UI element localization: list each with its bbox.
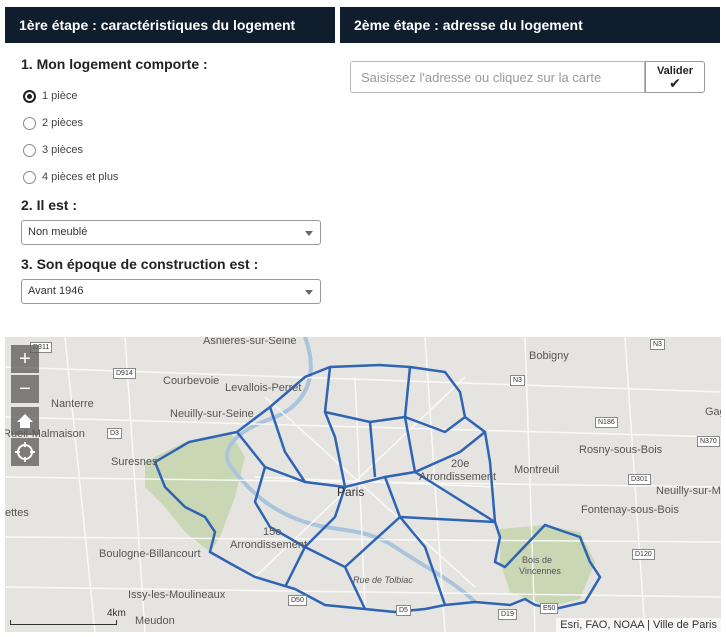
road-shield: N186 xyxy=(595,417,618,428)
map-label: Rue de Tolbiac xyxy=(353,575,413,585)
map-label: Montreuil xyxy=(514,464,560,476)
road-shield: D120 xyxy=(632,549,655,560)
q2-title: 2. Il est : xyxy=(21,197,78,213)
map-label: Rosny-sous-Bois xyxy=(579,444,663,456)
map-label: Paris xyxy=(337,485,365,499)
checkmark-icon: ✔ xyxy=(669,75,681,91)
crosshair-icon xyxy=(15,442,35,462)
road-shield: D5 xyxy=(396,605,411,616)
map-label: Fontenay-sous-Bois xyxy=(581,504,679,516)
road-shield: N3 xyxy=(510,375,525,386)
road-shield: E50 xyxy=(540,603,559,614)
road-shield: D19 xyxy=(498,609,517,620)
radio-label: 2 pièces xyxy=(42,117,83,129)
map-label: Vincennes xyxy=(519,566,561,576)
scale-label: 4km xyxy=(107,608,126,619)
radio-option-4[interactable]: 4 pièces et plus xyxy=(23,168,118,186)
chevron-down-icon xyxy=(305,231,313,236)
q1-title: 1. Mon logement comporte : xyxy=(21,56,208,72)
map-label: Meudon xyxy=(135,615,175,627)
radio-button[interactable] xyxy=(23,170,36,184)
map-attribution: Esri, FAO, NOAA | Ville de Paris xyxy=(556,618,721,632)
radio-button[interactable] xyxy=(23,116,36,130)
map-label: Bobigny xyxy=(529,350,569,362)
furnished-select-value: Non meublé xyxy=(28,226,88,238)
home-button[interactable] xyxy=(11,407,39,435)
road-shield: D914 xyxy=(113,368,136,379)
map-label: Levallois-Perret xyxy=(225,382,302,394)
map-label: Boulogne-Billancourt xyxy=(99,548,201,560)
map-label: Gag xyxy=(705,406,721,418)
radio-option-3[interactable]: 3 pièces xyxy=(23,141,83,159)
radio-button[interactable] xyxy=(23,89,36,103)
map-label: Bois de xyxy=(522,555,553,565)
road-shield: D3 xyxy=(107,428,122,439)
road-shield: N3 xyxy=(650,339,665,350)
road-shield: N370 xyxy=(697,436,720,447)
map-label: 15e xyxy=(263,526,282,538)
furnished-select[interactable]: Non meublé xyxy=(21,220,321,245)
construction-era-select[interactable]: Avant 1946 xyxy=(21,279,321,304)
step2-header: 2ème étape : adresse du logement xyxy=(340,7,720,43)
map-label: Arrondissement xyxy=(230,539,308,551)
q3-title: 3. Son époque de construction est : xyxy=(21,256,259,272)
step1-header: 1ère étape : caractéristiques du logemen… xyxy=(5,7,335,43)
construction-era-select-value: Avant 1946 xyxy=(28,285,84,297)
home-icon xyxy=(17,414,33,428)
address-input[interactable] xyxy=(350,61,645,93)
map-label: ettes xyxy=(5,507,29,519)
radio-button[interactable] xyxy=(23,143,36,157)
chevron-down-icon xyxy=(305,290,313,295)
zoom-in-button[interactable]: + xyxy=(11,345,39,373)
map-label: Issy-les-Moulineaux xyxy=(128,589,226,601)
road-shield: D50 xyxy=(288,595,307,606)
radio-option-1[interactable]: 1 pièce xyxy=(23,87,77,105)
map-label: Courbevoie xyxy=(163,375,220,387)
scale-bar xyxy=(10,620,117,625)
zoom-out-button[interactable]: − xyxy=(11,375,39,403)
radio-label: 3 pièces xyxy=(42,144,83,156)
locate-button[interactable] xyxy=(11,438,39,466)
map-label: Asnières-sur-Seine xyxy=(203,337,297,347)
road-shield: D301 xyxy=(628,474,651,485)
radio-label: 1 pièce xyxy=(42,90,78,102)
radio-option-2[interactable]: 2 pièces xyxy=(23,114,83,132)
map[interactable]: Asnières-sur-Seine Bobigny Courbevoie Le… xyxy=(5,337,721,632)
map-label: Neuilly-sur-Marne xyxy=(656,485,721,497)
map-label: Neuilly-sur-Seine xyxy=(170,408,254,420)
map-label: Arrondissement xyxy=(419,471,497,483)
map-label: Suresnes xyxy=(111,456,158,468)
map-label: Nanterre xyxy=(51,398,94,410)
validate-button[interactable]: Valider ✔ xyxy=(645,61,705,93)
radio-label: 4 pièces et plus xyxy=(42,171,119,183)
map-label: 20e xyxy=(451,458,470,470)
